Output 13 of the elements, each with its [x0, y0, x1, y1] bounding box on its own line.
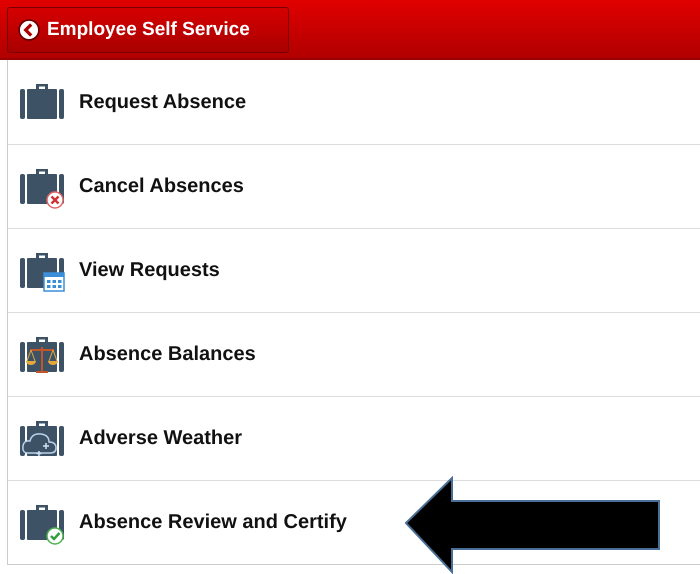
menu-item-label: Request Absence: [79, 90, 246, 114]
menu-item[interactable]: Adverse Weather: [8, 396, 700, 480]
back-button[interactable]: Employee Self Service: [7, 7, 289, 53]
menu-item-label: Absence Balances: [79, 343, 256, 366]
menu-item-label: Absence Review and Certify: [79, 511, 347, 534]
menu-item-label: Adverse Weather: [79, 427, 242, 450]
menu-item[interactable]: Cancel Absences: [8, 144, 700, 228]
menu-item[interactable]: Absence Balances: [8, 312, 700, 396]
menu-item-label: View Requests: [79, 259, 220, 282]
menu-item[interactable]: Request Absence: [8, 60, 700, 144]
back-icon: [18, 19, 40, 41]
menu-item-label: Cancel Absences: [79, 175, 244, 198]
menu-item[interactable]: View Requests: [8, 228, 700, 312]
